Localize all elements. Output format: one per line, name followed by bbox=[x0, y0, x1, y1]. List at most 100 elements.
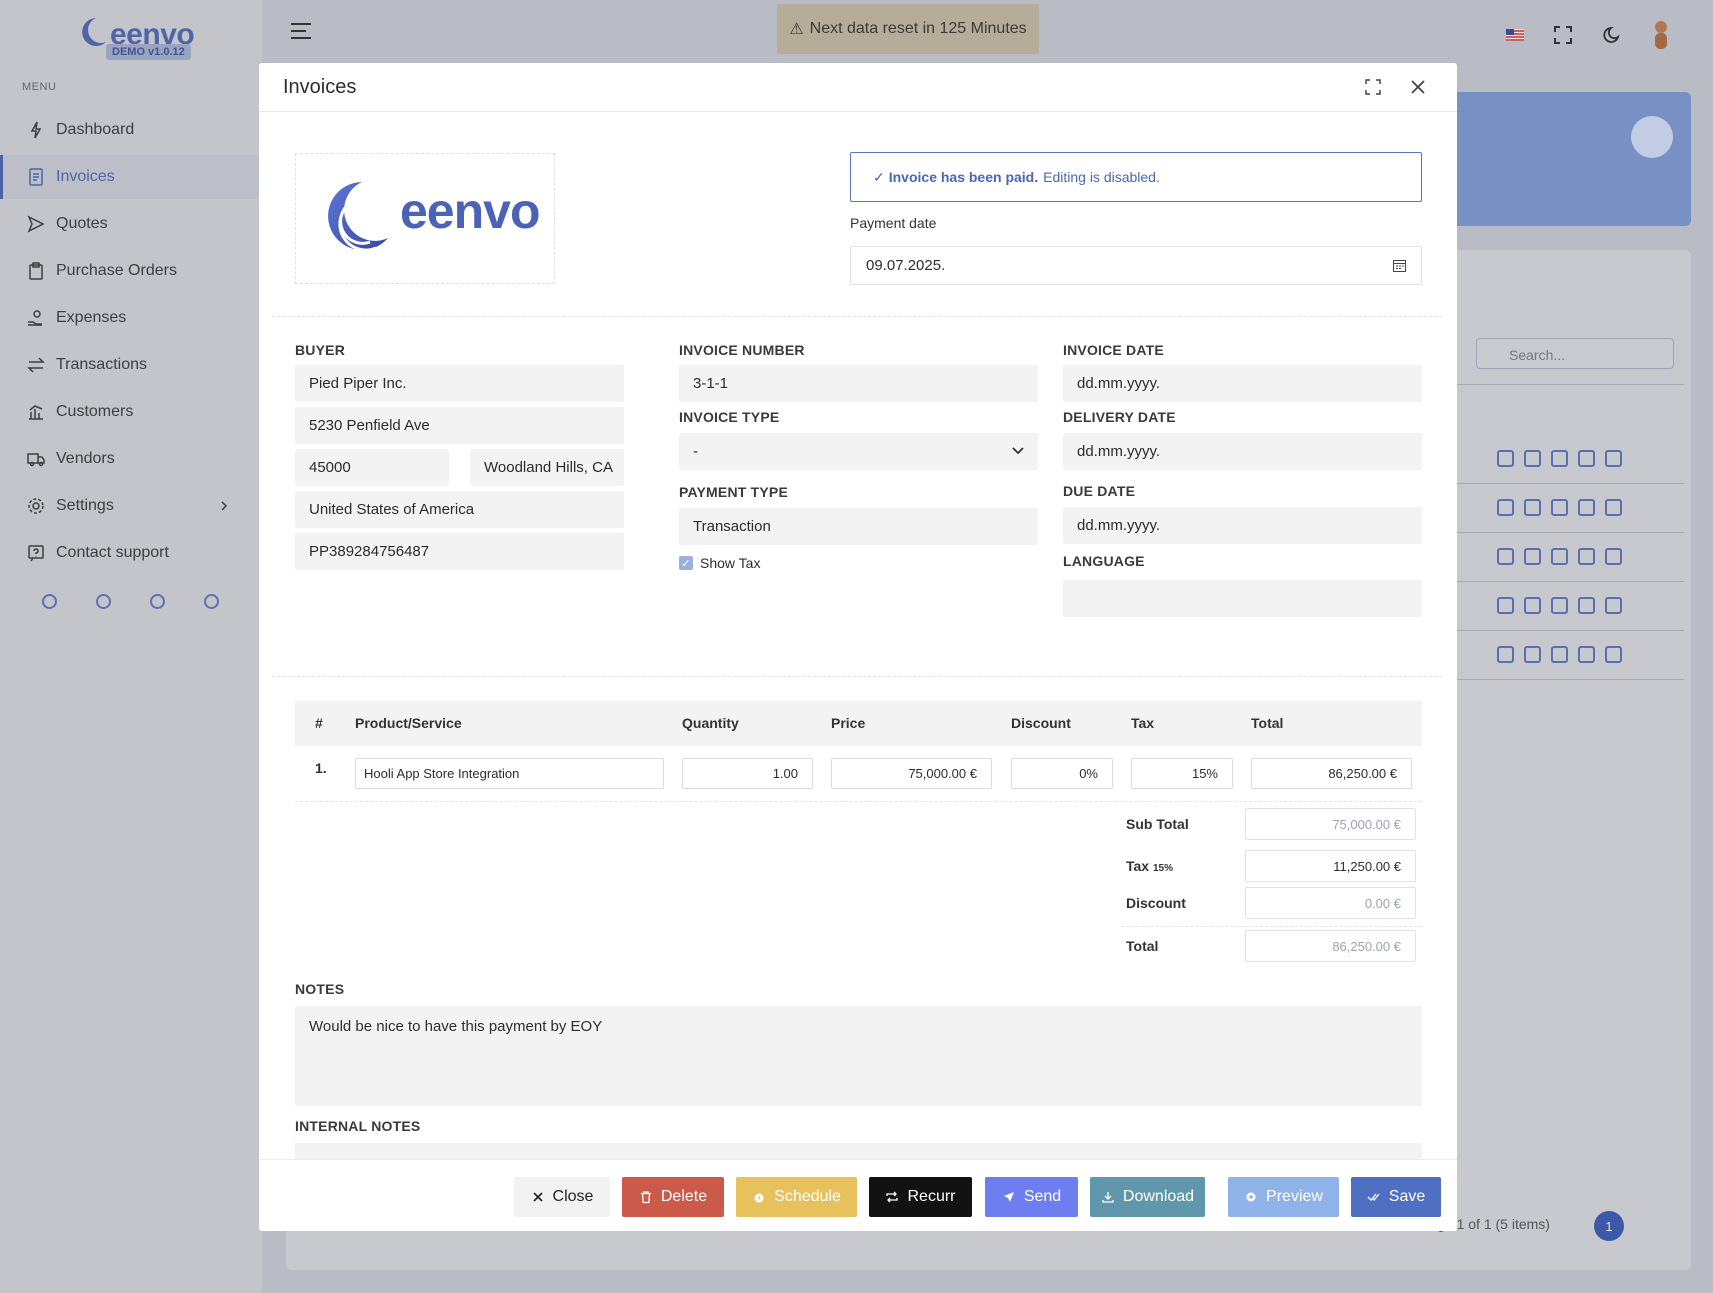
dark-mode-icon[interactable] bbox=[1601, 25, 1621, 45]
sidebar-item-contact-support[interactable]: Contact support bbox=[0, 531, 262, 575]
invoice-date-field[interactable]: dd.mm.yyyy. bbox=[1063, 365, 1422, 402]
invoice-number-field[interactable]: 3-1-1 bbox=[679, 365, 1038, 402]
edit-icon[interactable] bbox=[1497, 499, 1514, 516]
buyer-tax-id-field[interactable]: PP389284756487 bbox=[295, 533, 624, 570]
row-actions[interactable] bbox=[1497, 499, 1622, 516]
buyer-zip-field[interactable]: 45000 bbox=[295, 449, 449, 486]
close-icon[interactable] bbox=[1409, 78, 1427, 96]
download-icon[interactable] bbox=[1524, 499, 1541, 516]
sidebar-item-label: Settings bbox=[56, 497, 114, 514]
trash-icon[interactable] bbox=[1605, 597, 1622, 614]
view-icon[interactable] bbox=[1551, 646, 1568, 663]
invoice-type-select[interactable]: - bbox=[679, 433, 1038, 470]
internal-notes-textarea[interactable] bbox=[295, 1143, 1422, 1159]
price-field[interactable]: 75,000.00 € bbox=[831, 758, 992, 789]
buyer-city-field[interactable]: Woodland Hills, CA bbox=[470, 449, 624, 486]
trash-icon[interactable] bbox=[1605, 499, 1622, 516]
download-button[interactable]: Download bbox=[1090, 1177, 1205, 1217]
row-actions[interactable] bbox=[1497, 548, 1622, 565]
total-label: Total bbox=[1126, 938, 1159, 954]
col-quantity: Quantity bbox=[682, 715, 739, 731]
download-icon[interactable] bbox=[1524, 450, 1541, 467]
edit-icon[interactable] bbox=[1497, 450, 1514, 467]
copy-icon[interactable] bbox=[1578, 450, 1595, 467]
copy-icon[interactable] bbox=[1578, 548, 1595, 565]
trash-icon[interactable] bbox=[1605, 450, 1622, 467]
buyer-name-field[interactable]: Pied Piper Inc. bbox=[295, 365, 624, 402]
edit-icon[interactable] bbox=[1497, 597, 1514, 614]
row-divider bbox=[1452, 532, 1684, 533]
view-icon[interactable] bbox=[1551, 548, 1568, 565]
sidebar-item-transactions[interactable]: Transactions bbox=[0, 343, 262, 387]
download-icon[interactable] bbox=[1524, 548, 1541, 565]
send-button[interactable]: Send bbox=[985, 1177, 1078, 1217]
schedule-button[interactable]: Schedule bbox=[736, 1177, 857, 1217]
sidebar-item-settings[interactable]: Settings bbox=[0, 484, 262, 528]
delivery-date-field[interactable]: dd.mm.yyyy. bbox=[1063, 433, 1422, 470]
row-actions[interactable] bbox=[1497, 450, 1622, 467]
patreon-icon[interactable] bbox=[96, 594, 111, 609]
company-logo[interactable]: eenvo bbox=[295, 153, 555, 284]
due-date-field[interactable]: dd.mm.yyyy. bbox=[1063, 507, 1422, 544]
reddit-icon[interactable] bbox=[204, 594, 219, 609]
page-button[interactable]: 1 bbox=[1594, 1211, 1624, 1241]
delete-button[interactable]: Delete bbox=[622, 1177, 724, 1217]
data-reset-banner: ⚠ Next data reset in 125 Minutes bbox=[777, 4, 1039, 54]
product-hunt-icon[interactable] bbox=[42, 594, 57, 609]
payment-type-field[interactable]: Transaction bbox=[679, 508, 1038, 545]
view-icon[interactable] bbox=[1551, 450, 1568, 467]
sidebar-item-invoices[interactable]: Invoices bbox=[0, 155, 262, 199]
payment-date-label: Payment date bbox=[850, 215, 937, 231]
due-date-label: DUE DATE bbox=[1063, 483, 1136, 499]
recurr-button[interactable]: Recurr bbox=[869, 1177, 972, 1217]
alarm-icon bbox=[754, 1193, 764, 1203]
download-icon[interactable] bbox=[1524, 646, 1541, 663]
menu-toggle-icon[interactable] bbox=[290, 22, 312, 40]
invoice-type-value: - bbox=[693, 443, 698, 460]
product-field[interactable]: Hooli App Store Integration bbox=[355, 758, 664, 789]
avatar[interactable] bbox=[1649, 18, 1673, 52]
close-button[interactable]: Close bbox=[514, 1177, 610, 1217]
sidebar-item-label: Transactions bbox=[56, 356, 147, 373]
row-divider bbox=[1452, 679, 1684, 680]
tax-field[interactable]: 15% bbox=[1131, 758, 1233, 789]
paid-notice: ✓ Invoice has been paid. Editing is disa… bbox=[850, 152, 1422, 202]
expand-icon[interactable] bbox=[1365, 79, 1381, 95]
edit-icon[interactable] bbox=[1497, 548, 1514, 565]
calendar-icon[interactable] bbox=[1392, 258, 1407, 273]
payment-date-field[interactable]: 09.07.2025. bbox=[850, 246, 1422, 285]
sidebar-item-vendors[interactable]: Vendors bbox=[0, 437, 262, 481]
show-tax-checkbox[interactable]: ✓ Show Tax bbox=[679, 555, 760, 571]
notes-textarea[interactable]: Would be nice to have this payment by EO… bbox=[295, 1006, 1422, 1106]
copy-icon[interactable] bbox=[1578, 646, 1595, 663]
sidebar-item-customers[interactable]: Customers bbox=[0, 390, 262, 434]
sidebar-item-purchase-orders[interactable]: Purchase Orders bbox=[0, 249, 262, 293]
view-icon[interactable] bbox=[1551, 499, 1568, 516]
sidebar-item-label: Invoices bbox=[56, 168, 115, 185]
quantity-field[interactable]: 1.00 bbox=[682, 758, 813, 789]
trash-icon[interactable] bbox=[1605, 646, 1622, 663]
preview-button[interactable]: Preview bbox=[1228, 1177, 1339, 1217]
discount-field[interactable]: 0% bbox=[1011, 758, 1113, 789]
us-flag-icon[interactable] bbox=[1505, 25, 1525, 45]
copy-icon[interactable] bbox=[1578, 499, 1595, 516]
download-icon[interactable] bbox=[1524, 597, 1541, 614]
save-button[interactable]: Save bbox=[1351, 1177, 1441, 1217]
sidebar-item-quotes[interactable]: Quotes bbox=[0, 202, 262, 246]
row-actions[interactable] bbox=[1497, 646, 1622, 663]
copy-icon[interactable] bbox=[1578, 597, 1595, 614]
buyer-country-field[interactable]: United States of America bbox=[295, 491, 624, 528]
fullscreen-icon[interactable] bbox=[1553, 25, 1573, 45]
github-icon[interactable] bbox=[150, 594, 165, 609]
buyer-address-field[interactable]: 5230 Penfield Ave bbox=[295, 407, 624, 444]
language-select[interactable] bbox=[1063, 580, 1422, 617]
app-logo[interactable]: eenvo DEMO v1.0.12 bbox=[76, 14, 196, 64]
sidebar-item-expenses[interactable]: Expenses bbox=[0, 296, 262, 340]
search-input[interactable]: Search... bbox=[1476, 338, 1674, 369]
edit-icon[interactable] bbox=[1497, 646, 1514, 663]
sidebar-item-dashboard[interactable]: Dashboard bbox=[0, 108, 262, 152]
trash-icon[interactable] bbox=[1605, 548, 1622, 565]
row-actions[interactable] bbox=[1497, 597, 1622, 614]
view-icon[interactable] bbox=[1551, 597, 1568, 614]
total-field[interactable]: 86,250.00 € bbox=[1251, 758, 1412, 789]
